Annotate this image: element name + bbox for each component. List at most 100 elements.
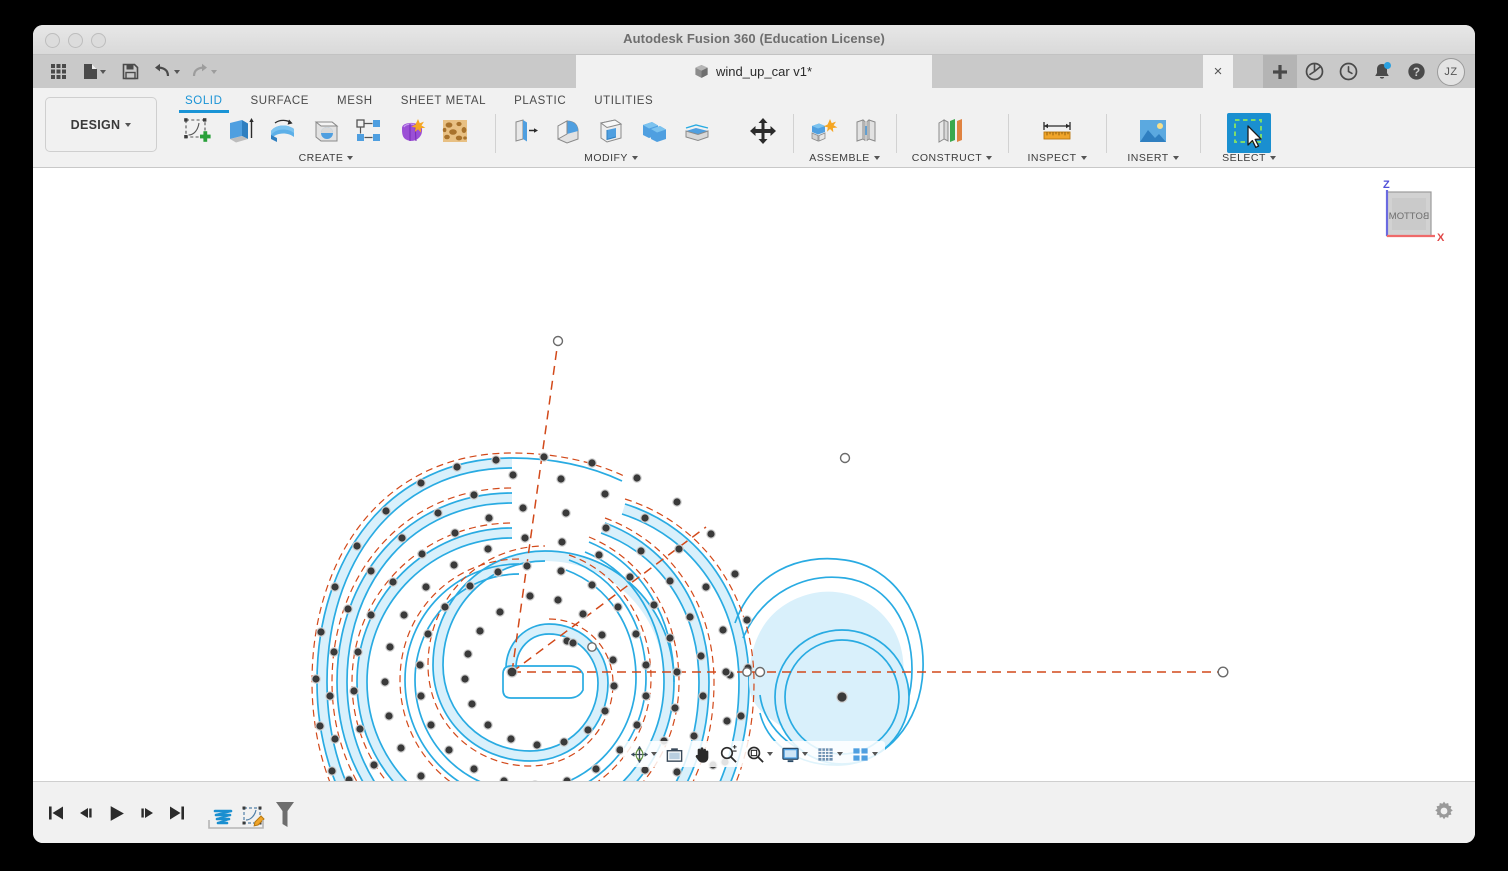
- fillet-button[interactable]: [548, 113, 588, 149]
- timeline-features[interactable]: [208, 794, 296, 832]
- help-icon: ?: [1407, 63, 1425, 80]
- fit-button[interactable]: [743, 742, 776, 766]
- view-cube-face-label: BOTTOM: [1389, 211, 1430, 222]
- step-back-button[interactable]: [77, 804, 95, 822]
- panel-label-modify[interactable]: MODIFY: [584, 151, 638, 165]
- panel-label-inspect[interactable]: INSPECT: [1027, 151, 1087, 165]
- inner-point-b[interactable]: [742, 667, 752, 677]
- undo-button[interactable]: [149, 55, 184, 88]
- workspace-label: DESIGN: [70, 117, 121, 132]
- timeline-settings-button[interactable]: [1433, 800, 1455, 827]
- step-forward-button[interactable]: [138, 804, 156, 822]
- cube-icon: [695, 64, 708, 78]
- tab-solid[interactable]: SOLID: [171, 90, 237, 113]
- orbit-button[interactable]: [627, 742, 660, 766]
- panel-label-select[interactable]: SELECT: [1222, 151, 1276, 165]
- create-sketch-button[interactable]: [177, 113, 217, 149]
- zoom-button[interactable]: [716, 742, 741, 766]
- select-window-button[interactable]: [1227, 113, 1271, 153]
- shell-button[interactable]: [591, 113, 631, 149]
- orbit-icon: [630, 745, 649, 763]
- combine-button[interactable]: [634, 113, 674, 149]
- timeline-filter-button[interactable]: [274, 800, 296, 830]
- notification-badge: [1384, 62, 1391, 69]
- panel-label-insert[interactable]: INSERT: [1127, 151, 1179, 165]
- keyhole-center-point[interactable]: [836, 691, 848, 703]
- spiral-center-point[interactable]: [506, 666, 518, 678]
- press-pull-button[interactable]: [505, 113, 545, 149]
- mesh-icon: [442, 120, 467, 142]
- viewports-icon: [853, 747, 868, 761]
- insert-image-button[interactable]: [1133, 113, 1173, 149]
- timeline-playback-controls[interactable]: [33, 804, 186, 823]
- offset-plane-icon: [938, 119, 962, 143]
- measure-button[interactable]: [1037, 113, 1077, 149]
- panel-assemble: ASSEMBLE: [793, 111, 896, 165]
- inner-point-a[interactable]: [587, 642, 597, 652]
- move-copy-button[interactable]: [743, 113, 783, 149]
- upper-endpoint[interactable]: [552, 335, 564, 347]
- display-settings-button[interactable]: [778, 742, 811, 766]
- sketch-geometry[interactable]: .sk-fill{fill:#d9f0fb;} .sk-curve{fill:n…: [33, 168, 1475, 781]
- tab-sheet-metal[interactable]: SHEET METAL: [387, 90, 500, 111]
- inner-point-c[interactable]: [754, 666, 766, 678]
- new-component-icon: [811, 119, 838, 142]
- horizontal-line-endpoint[interactable]: [1217, 666, 1229, 678]
- show-data-panel-button[interactable]: [41, 55, 75, 88]
- new-tab-button[interactable]: [1263, 55, 1297, 88]
- sweep-button[interactable]: [306, 113, 346, 149]
- panel-inspect-text: INSPECT: [1027, 152, 1077, 164]
- press-pull-icon: [515, 119, 538, 142]
- document-tab[interactable]: wind_up_car v1*: [576, 55, 932, 88]
- free-sketch-point[interactable]: [839, 452, 851, 464]
- revolve-button[interactable]: [263, 113, 303, 149]
- file-menu-button[interactable]: [77, 55, 111, 88]
- recent-button[interactable]: [1331, 55, 1365, 88]
- plus-icon: [1273, 64, 1287, 79]
- horizontal-line-point[interactable]: [721, 667, 731, 677]
- pan-button[interactable]: [689, 742, 714, 766]
- panel-label-construct[interactable]: CONSTRUCT: [912, 151, 993, 165]
- extensions-button[interactable]: [1297, 55, 1331, 88]
- grid-icon: [50, 64, 66, 79]
- tab-mesh[interactable]: MESH: [323, 90, 387, 111]
- tab-plastic[interactable]: PLASTIC: [500, 90, 580, 111]
- navigation-bar[interactable]: [623, 741, 885, 767]
- form-button[interactable]: [392, 113, 432, 149]
- offset-face-button[interactable]: [677, 113, 717, 149]
- avatar[interactable]: JZ: [1437, 57, 1465, 86]
- skip-to-start-button[interactable]: [47, 804, 65, 822]
- pattern-button[interactable]: [349, 113, 389, 149]
- panel-label-create[interactable]: CREATE: [299, 151, 354, 165]
- panel-label-assemble[interactable]: ASSEMBLE: [809, 151, 880, 165]
- save-button[interactable]: [113, 55, 147, 88]
- play-button[interactable]: [107, 804, 126, 823]
- chevron-down-icon: [211, 69, 217, 74]
- mesh-button[interactable]: [435, 113, 475, 149]
- tab-surface[interactable]: SURFACE: [237, 90, 324, 111]
- extrude-button[interactable]: [220, 113, 260, 149]
- help-button[interactable]: ?: [1399, 55, 1433, 88]
- keyhole-profile[interactable]: [734, 557, 924, 766]
- workspace-selector[interactable]: DESIGN: [45, 97, 157, 152]
- offset-plane-button[interactable]: [932, 113, 972, 149]
- skip-to-end-button[interactable]: [168, 804, 186, 822]
- grid-snaps-button[interactable]: [813, 742, 846, 766]
- viewports-button[interactable]: [848, 742, 881, 766]
- notifications-button[interactable]: [1365, 55, 1399, 88]
- redo-icon: [192, 63, 207, 77]
- redo-button[interactable]: [186, 55, 221, 88]
- look-at-icon: [666, 747, 683, 762]
- close-document-button[interactable]: ×: [1203, 55, 1233, 88]
- tab-utilities[interactable]: UTILITIES: [580, 90, 667, 111]
- panel-inspect: INSPECT: [1008, 111, 1106, 165]
- view-cube[interactable]: BOTTOM Z X: [1369, 178, 1449, 253]
- z-axis-label: Z: [1383, 179, 1390, 191]
- canvas[interactable]: .sk-fill{fill:#d9f0fb;} .sk-curve{fill:n…: [33, 168, 1475, 781]
- spiral-spring-profile[interactable]: [316, 457, 750, 781]
- new-component-button[interactable]: [803, 113, 843, 149]
- joint-button[interactable]: [846, 113, 886, 149]
- x-axis-label: X: [1437, 232, 1445, 244]
- look-at-button[interactable]: [662, 742, 687, 766]
- chevron-down-icon: [837, 752, 843, 756]
